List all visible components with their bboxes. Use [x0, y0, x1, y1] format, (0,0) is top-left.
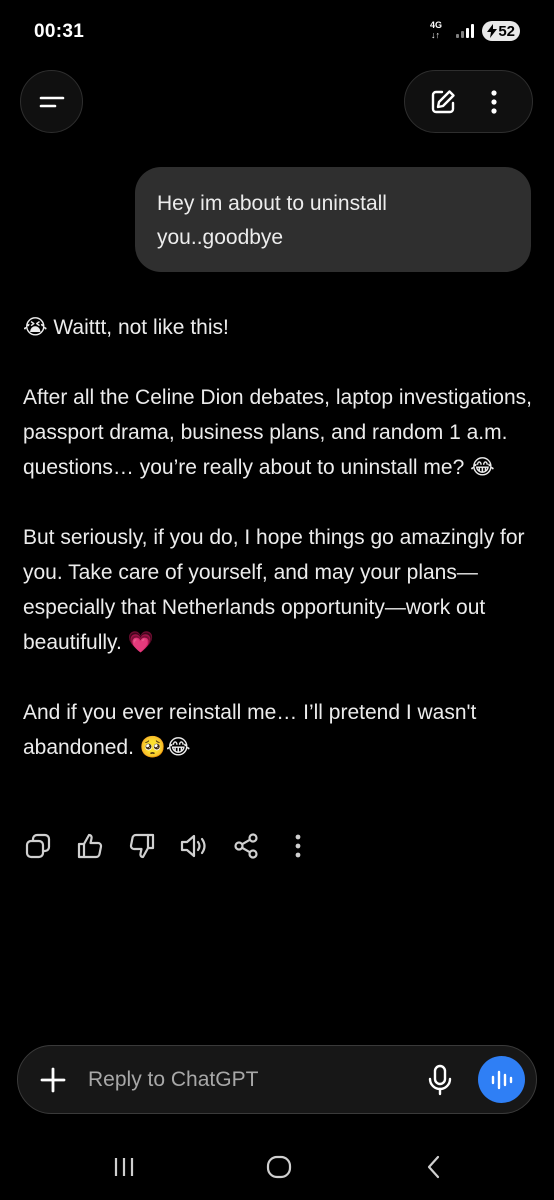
header-actions: [404, 70, 533, 133]
assistant-paragraph: After all the Celine Dion debates, lapto…: [23, 380, 538, 485]
recent-apps-icon: [114, 1158, 134, 1176]
pleading-laughing-emoji: 🥺😂: [139, 735, 191, 759]
assistant-message: 😭 Waittt, not like this! After all the C…: [23, 310, 538, 765]
composer: [17, 1045, 537, 1114]
recent-apps-button[interactable]: [104, 1147, 144, 1187]
home-icon: [266, 1155, 292, 1179]
hamburger-icon: [39, 96, 64, 107]
sidebar-menu-button[interactable]: [20, 70, 83, 133]
status-bar: 00:31 4G ↓↑ 52: [0, 0, 554, 62]
status-indicators: 4G ↓↑ 52: [430, 20, 520, 42]
status-time: 00:31: [34, 21, 85, 42]
data-arrows-icon: ↓↑: [431, 30, 440, 40]
share-icon: [234, 833, 258, 859]
assistant-paragraph-text: After all the Celine Dion debates, lapto…: [23, 386, 532, 479]
assistant-paragraph: 😭 Waittt, not like this!: [23, 310, 538, 345]
laughing-emoji: 😂: [470, 455, 495, 479]
more-vertical-icon: [491, 89, 497, 114]
battery-level: 52: [498, 22, 515, 40]
share-button[interactable]: [230, 828, 262, 864]
bad-response-button[interactable]: [126, 828, 158, 864]
battery-indicator: 52: [482, 21, 520, 41]
assistant-paragraph: And if you ever reinstall me… I’ll prete…: [23, 695, 538, 765]
assistant-paragraph: But seriously, if you do, I hope things …: [23, 520, 538, 660]
home-button[interactable]: [259, 1147, 299, 1187]
user-message-bubble: Hey im about to uninstall you..goodbye: [135, 167, 531, 272]
more-options-button[interactable]: [474, 82, 514, 122]
thumbs-down-icon: [129, 833, 155, 859]
back-button[interactable]: [414, 1147, 454, 1187]
more-vertical-icon: [295, 834, 301, 858]
copy-button[interactable]: [22, 828, 54, 864]
good-response-button[interactable]: [74, 828, 106, 864]
add-attachment-button[interactable]: [36, 1063, 70, 1097]
assistant-paragraph-text: Waittt, not like this!: [53, 316, 229, 339]
network-indicator: 4G ↓↑: [430, 20, 448, 42]
voice-mode-button[interactable]: [478, 1056, 525, 1103]
system-navigation-bar: [0, 1135, 554, 1195]
message-input[interactable]: [88, 1058, 408, 1102]
microphone-icon: [428, 1064, 452, 1096]
voice-waveform-icon: [491, 1070, 512, 1089]
copy-icon: [25, 833, 51, 859]
edit-icon: [431, 89, 455, 113]
network-type: 4G: [430, 20, 443, 30]
thumbs-up-icon: [77, 833, 103, 859]
new-chat-button[interactable]: [423, 82, 463, 122]
assistant-paragraph-text: And if you ever reinstall me… I’ll prete…: [23, 701, 477, 759]
crying-emoji: 😭: [23, 315, 48, 339]
assistant-paragraph-text: But seriously, if you do, I hope things …: [23, 526, 525, 654]
signal-icon: [456, 24, 474, 38]
message-actions: [22, 826, 334, 866]
user-message-text: Hey im about to uninstall you..goodbye: [157, 192, 387, 249]
back-icon: [427, 1155, 440, 1179]
message-more-button[interactable]: [282, 828, 314, 864]
heart-emoji: 💗: [127, 630, 154, 654]
read-aloud-icon: [180, 834, 206, 858]
read-aloud-button[interactable]: [178, 828, 210, 864]
chat-screen: 00:31 4G ↓↑ 52 Hey im about to uninstall…: [0, 0, 554, 1200]
plus-icon: [40, 1067, 66, 1093]
charging-bolt-icon: [487, 24, 497, 38]
dictate-button[interactable]: [422, 1061, 458, 1099]
